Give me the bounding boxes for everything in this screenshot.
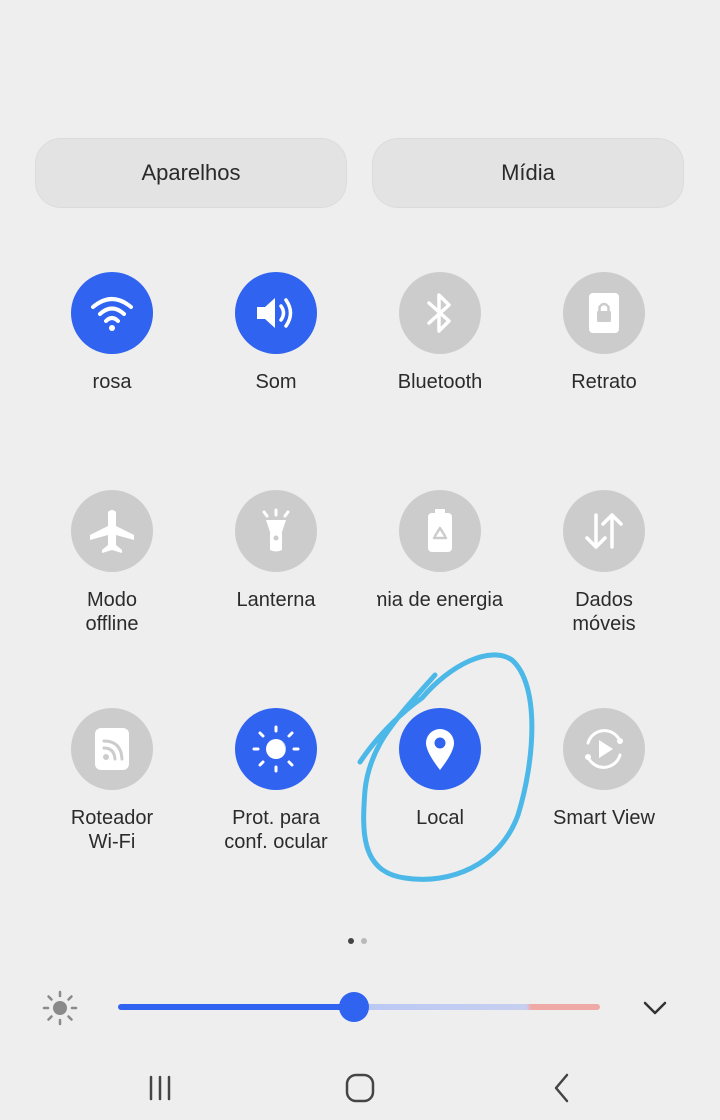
airplane-icon[interactable] — [71, 490, 153, 572]
mobile-data-icon[interactable] — [563, 490, 645, 572]
tile-airplane[interactable]: Modo offline — [30, 490, 194, 636]
tile-sound-label: Som — [255, 371, 297, 393]
wifi-icon[interactable] — [71, 272, 153, 354]
page-dot-1 — [348, 938, 354, 944]
brightness-slider[interactable] — [118, 992, 600, 1022]
bluetooth-icon[interactable] — [399, 272, 481, 354]
flashlight-icon[interactable] — [235, 490, 317, 572]
tile-bluetooth-label: Bluetooth — [397, 371, 483, 393]
battery-saver-icon[interactable] — [399, 490, 481, 572]
tile-location-label: Local — [416, 807, 464, 829]
brightness-slider-fill — [118, 1004, 354, 1010]
tile-location[interactable]: Local — [358, 708, 522, 830]
page-dot-2 — [361, 938, 367, 944]
tile-sound[interactable]: Som — [194, 272, 358, 394]
tile-eye-comfort[interactable]: Prot. para conf. ocular — [194, 708, 358, 854]
media-button-label: Mídia — [501, 160, 555, 185]
chevron-down-icon[interactable] — [636, 990, 674, 1026]
smart-view-icon[interactable] — [563, 708, 645, 790]
tile-hotspot-label: Roteador Wi-Fi — [70, 807, 154, 853]
portrait-lock-icon[interactable] — [563, 272, 645, 354]
home-icon — [345, 1073, 375, 1103]
media-button[interactable]: Mídia — [372, 138, 684, 208]
tile-airplane-label: Modo offline — [85, 589, 139, 635]
hotspot-icon[interactable] — [71, 708, 153, 790]
tile-wifi-label: rosa — [92, 371, 132, 393]
tile-power-saving-label: Economia de energia — [377, 589, 503, 611]
tile-hotspot[interactable]: Roteador Wi-Fi — [30, 708, 194, 854]
recent-apps-button[interactable] — [138, 1066, 182, 1110]
sun-icon — [42, 990, 78, 1026]
tile-mobile-data-label: Dados móveis — [572, 589, 636, 635]
tile-flashlight[interactable]: Lanterna — [194, 490, 358, 612]
eye-comfort-icon[interactable] — [235, 708, 317, 790]
recent-apps-icon — [149, 1075, 171, 1101]
back-button[interactable] — [540, 1066, 584, 1110]
back-icon — [554, 1073, 569, 1103]
devices-button-label: Aparelhos — [141, 160, 241, 185]
tile-smart-view[interactable]: Smart View — [522, 708, 686, 830]
tile-eye-comfort-label: Prot. para conf. ocular — [224, 807, 328, 853]
tile-mobile-data[interactable]: Dados móveis — [522, 490, 686, 636]
tile-bluetooth[interactable]: Bluetooth — [358, 272, 522, 394]
tile-wifi[interactable]: rosa — [30, 272, 194, 394]
tile-power-saving[interactable]: Economia de energia — [358, 490, 522, 612]
location-icon[interactable] — [399, 708, 481, 790]
home-button[interactable] — [338, 1066, 382, 1110]
tile-smart-view-label: Smart View — [553, 807, 655, 829]
tile-portrait[interactable]: Retrato — [522, 272, 686, 394]
devices-button[interactable]: Aparelhos — [35, 138, 347, 208]
brightness-slider-track — [354, 1004, 600, 1010]
brightness-slider-thumb[interactable] — [339, 992, 369, 1022]
page-indicator — [348, 938, 367, 944]
speaker-icon[interactable] — [235, 272, 317, 354]
tile-portrait-label: Retrato — [571, 371, 637, 393]
tile-flashlight-label: Lanterna — [236, 589, 316, 611]
